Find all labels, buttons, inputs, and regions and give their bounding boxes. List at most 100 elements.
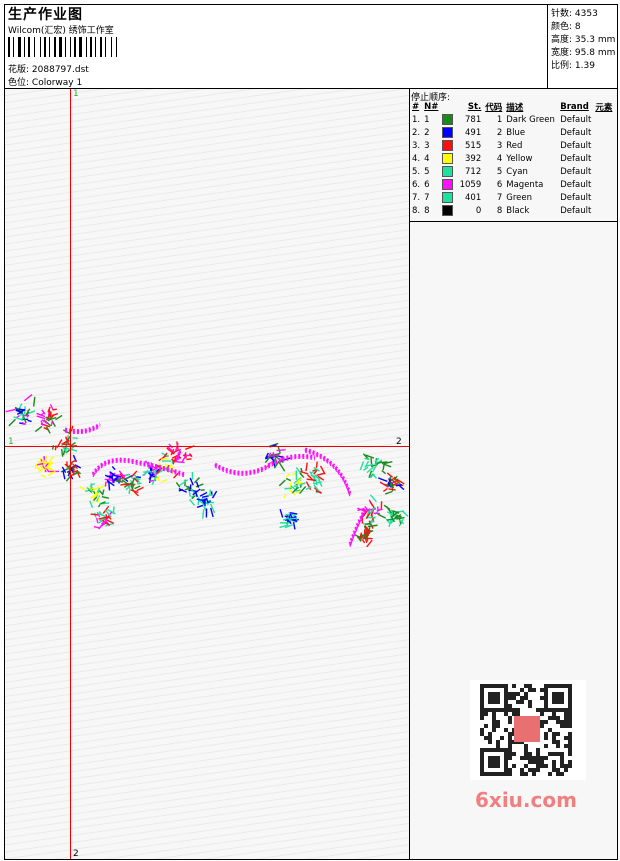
row-code: 2 (496, 127, 503, 138)
height-value: 35.3 mm (574, 35, 616, 45)
color-swatch (442, 127, 454, 138)
row-index: 5. (412, 166, 421, 177)
row-needle-number: 7 (424, 193, 430, 203)
company-name: Wilcom(汇宏) 绣饰工作室 (8, 26, 114, 36)
design-file: 2088797.dst (31, 65, 89, 75)
color-row: 2. 2 491 2 Blue Default (410, 126, 614, 139)
design-info: 花版: 2088797.dst (8, 62, 89, 75)
color-swatch (442, 114, 454, 125)
row-element (593, 152, 614, 165)
row-index: 1. (412, 114, 421, 125)
row-element (593, 113, 614, 126)
row-needle: 8 (422, 204, 455, 217)
design-canvas (5, 89, 409, 859)
row-brand: Default (560, 205, 592, 216)
row-stitches: 401 (465, 192, 482, 203)
table-bottom-rule (410, 221, 618, 222)
row-element (593, 191, 614, 204)
color-row: 7. 7 401 7 Green Default (410, 191, 614, 204)
row-brand: Default (560, 114, 592, 125)
embroidery-preview (5, 394, 409, 548)
row-stitches: 1059 (459, 179, 482, 190)
row-needle-number: 1 (424, 115, 430, 125)
colorway-info: 色位: Colorway 1 (8, 75, 82, 88)
row-stitches: 781 (465, 114, 482, 125)
row-element (593, 126, 614, 139)
row-description: Black (506, 205, 530, 216)
axis-v-bottom-label: 2 (73, 849, 79, 859)
row-stitches: 0 (475, 205, 482, 216)
height-label: 高度: (551, 35, 573, 45)
row-needle: 6 (422, 178, 455, 191)
row-index: 8. (412, 205, 421, 216)
row-index: 6. (412, 179, 421, 190)
header-desc: 描述 (506, 102, 524, 113)
color-row: 1. 1 781 1 Dark Green Default (410, 113, 614, 126)
header-code: 代码 (485, 102, 503, 113)
row-code: 5 (496, 166, 503, 177)
colors-value: 8 (574, 22, 581, 32)
ratio-label: 比例: (551, 61, 573, 71)
row-code: 1 (496, 114, 503, 125)
row-needle: 1 (422, 113, 455, 126)
row-index: 3. (412, 140, 421, 151)
header-st: St. (467, 101, 482, 112)
stats-panel: 针数: 4353 颜色: 8 高度: 35.3 mm 宽度: 95.8 mm 比… (547, 4, 619, 88)
color-row: 6. 6 1059 6 Magenta Default (410, 178, 614, 191)
color-swatch (442, 166, 454, 177)
color-swatch (442, 140, 454, 151)
row-stitches: 515 (465, 140, 482, 151)
row-needle-number: 3 (424, 141, 430, 151)
row-index: 7. (412, 192, 421, 203)
horizontal-axis-line (5, 446, 409, 447)
header-brand: Brand (560, 101, 589, 112)
vertical-axis-line (70, 89, 71, 859)
row-description: Red (506, 140, 523, 151)
row-index: 4. (412, 153, 421, 164)
row-stitches: 491 (465, 127, 482, 138)
stitches-label: 针数: (551, 9, 573, 19)
row-needle-number: 6 (424, 180, 430, 190)
row-element (593, 204, 614, 217)
row-description: Magenta (506, 179, 544, 190)
width-label: 宽度: (551, 48, 573, 58)
row-element (593, 139, 614, 152)
row-code: 3 (496, 140, 503, 151)
axis-v-top-label: 1 (73, 89, 79, 99)
row-needle: 3 (422, 139, 455, 152)
row-element (593, 165, 614, 178)
row-brand: Default (560, 127, 592, 138)
axis-h-right-label: 2 (396, 437, 402, 447)
row-brand: Default (560, 153, 592, 164)
row-description: Dark Green (506, 114, 555, 125)
qr-logo (514, 716, 540, 742)
color-swatch (442, 153, 454, 164)
row-brand: Default (560, 179, 592, 190)
stitches-value: 4353 (574, 9, 598, 19)
colorway-label: 色位: (8, 78, 30, 88)
color-row: 3. 3 515 3 Red Default (410, 139, 614, 152)
row-code: 6 (496, 179, 503, 190)
color-table-header: # N# St. 代码 描述 Brand 元素 (410, 100, 614, 113)
row-brand: Default (560, 192, 592, 203)
color-table: # N# St. 代码 描述 Brand 元素 1. 1 781 1 Dark Gre… (410, 100, 614, 217)
row-index: 2. (412, 127, 421, 138)
barcode (8, 37, 117, 57)
width-value: 95.8 mm (574, 48, 616, 58)
row-needle: 4 (422, 152, 455, 165)
row-element (593, 178, 614, 191)
qr-code (470, 680, 586, 780)
row-description: Yellow (506, 153, 533, 164)
row-brand: Default (560, 140, 592, 151)
color-row: 4. 4 392 4 Yellow Default (410, 152, 614, 165)
row-code: 7 (496, 192, 503, 203)
header-element: 元素 (595, 102, 613, 113)
color-swatch (442, 192, 454, 203)
colorway-value: Colorway 1 (31, 78, 83, 88)
header-index: # (412, 101, 420, 112)
row-stitches: 712 (465, 166, 482, 177)
row-description: Blue (506, 127, 526, 138)
color-swatch (442, 205, 454, 216)
row-description: Green (506, 192, 533, 203)
row-needle-number: 8 (424, 206, 430, 216)
